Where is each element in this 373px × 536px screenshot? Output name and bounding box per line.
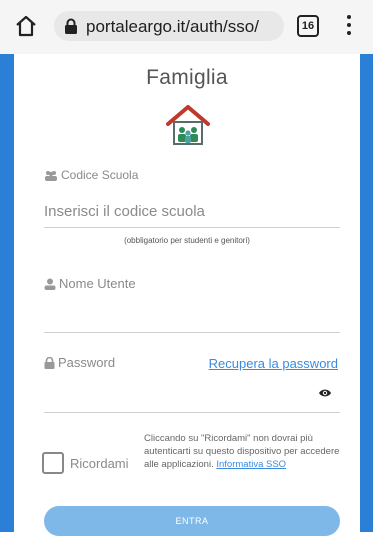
url-text: portaleargo.it/auth/sso/ bbox=[86, 17, 259, 36]
login-card: Famiglia Codice Scuola Inserisci il codi… bbox=[14, 54, 360, 536]
users-icon bbox=[45, 171, 57, 181]
remember-me-label[interactable]: Ricordami bbox=[70, 456, 129, 471]
remember-me-note: Cliccando su "Ricordami" non dovrai più … bbox=[144, 432, 344, 471]
show-password-eye-icon[interactable] bbox=[318, 388, 332, 398]
lock-icon bbox=[44, 356, 55, 369]
lock-icon bbox=[65, 18, 77, 34]
remember-me-checkbox[interactable] bbox=[42, 452, 64, 474]
password-label: Password bbox=[58, 355, 116, 370]
family-house-icon bbox=[166, 105, 210, 145]
more-menu-icon[interactable] bbox=[346, 13, 352, 37]
tab-switcher-button[interactable]: 16 bbox=[297, 15, 319, 37]
password-input[interactable] bbox=[44, 384, 304, 404]
user-icon bbox=[44, 278, 56, 290]
username-label: Nome Utente bbox=[59, 276, 136, 291]
school-code-label-row: Codice Scuola bbox=[44, 168, 138, 182]
password-underline bbox=[44, 412, 340, 413]
address-bar[interactable]: portaleargo.it/auth/sso/ bbox=[54, 11, 284, 41]
page-title: Famiglia bbox=[146, 66, 228, 89]
username-input[interactable] bbox=[44, 306, 340, 326]
sso-info-link[interactable]: Informativa SSO bbox=[216, 459, 286, 470]
home-icon[interactable] bbox=[14, 14, 38, 38]
school-code-hint: (obbligatorio per studenti e genitori) bbox=[124, 236, 250, 245]
browser-toolbar: portaleargo.it/auth/sso/ 16 bbox=[0, 0, 373, 54]
recover-password-link[interactable]: Recupera la password bbox=[209, 356, 338, 371]
school-code-input[interactable]: Inserisci il codice scuola bbox=[44, 203, 205, 220]
username-underline bbox=[44, 332, 340, 333]
school-code-underline bbox=[44, 227, 340, 228]
password-label-row: Password bbox=[44, 355, 115, 370]
username-label-row: Nome Utente bbox=[44, 276, 136, 291]
school-code-label: Codice Scuola bbox=[61, 168, 139, 182]
